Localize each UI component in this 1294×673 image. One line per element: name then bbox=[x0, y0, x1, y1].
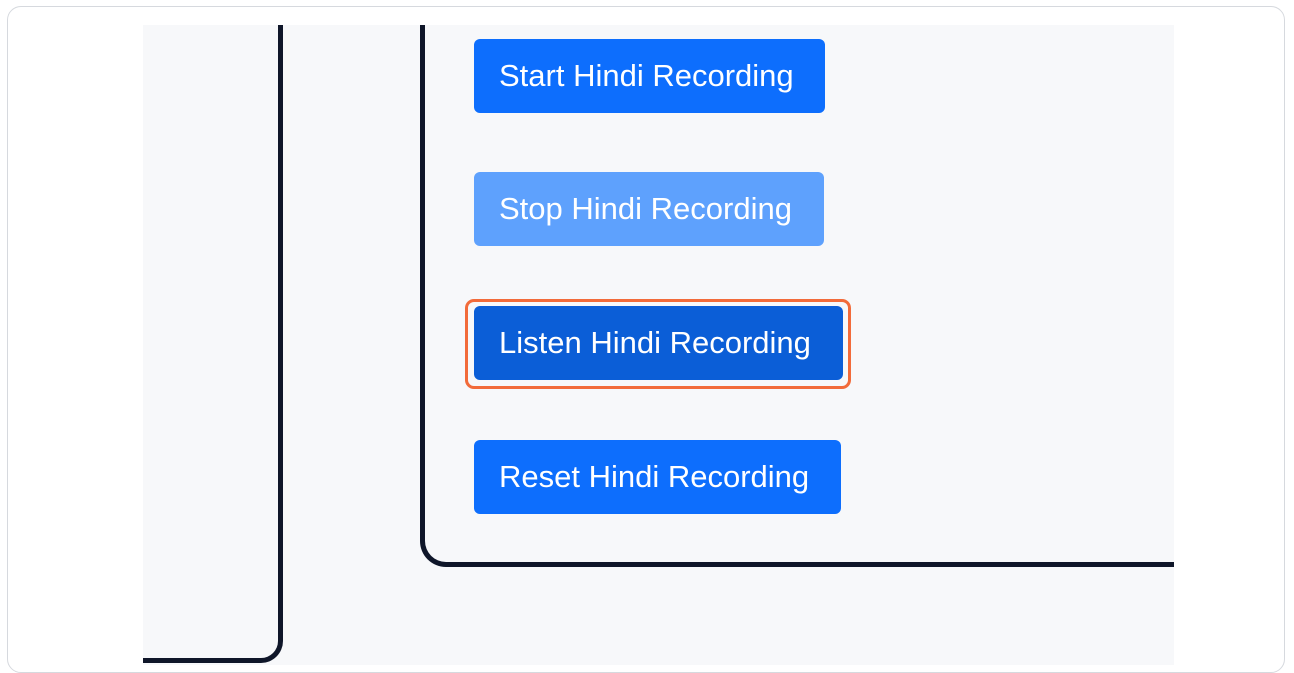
screenshot-frame: Start Hindi Recording Stop Hindi Recordi… bbox=[7, 6, 1285, 673]
stop-hindi-recording-button[interactable]: Stop Hindi Recording bbox=[474, 172, 824, 246]
outer-panel-border bbox=[143, 25, 283, 663]
page-viewport: Start Hindi Recording Stop Hindi Recordi… bbox=[143, 25, 1174, 665]
listen-hindi-recording-button[interactable]: Listen Hindi Recording bbox=[474, 306, 843, 380]
reset-hindi-recording-button[interactable]: Reset Hindi Recording bbox=[474, 440, 841, 514]
start-hindi-recording-button[interactable]: Start Hindi Recording bbox=[474, 39, 825, 113]
